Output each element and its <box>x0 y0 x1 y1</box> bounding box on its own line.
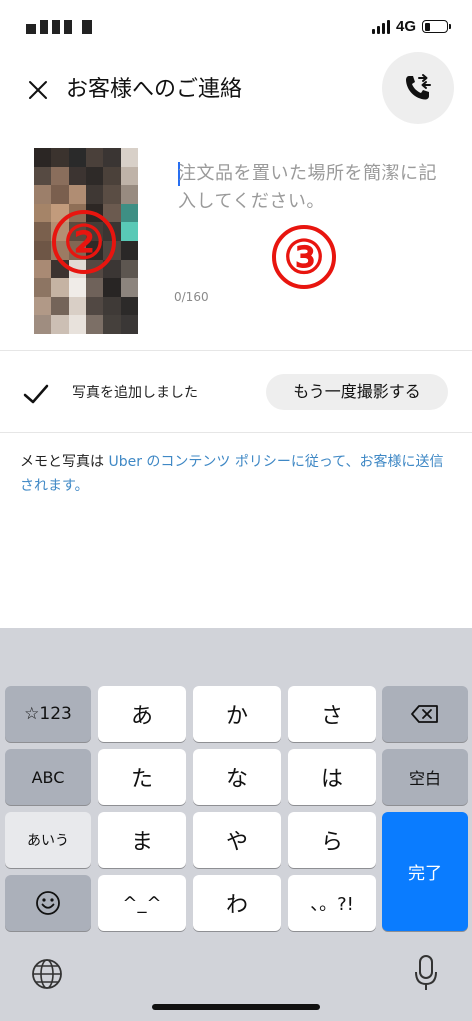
notice-prefix: メモと写真は <box>20 454 109 470</box>
key-ya[interactable]: や <box>193 812 281 868</box>
close-icon <box>29 81 47 99</box>
policy-notice: メモと写真は Uber のコンテンツ ポリシーに従って、お客様に送信されます。 <box>20 450 452 498</box>
checkmark-icon <box>23 384 49 404</box>
key-kana[interactable]: あいう <box>5 812 91 868</box>
memo-input[interactable]: 注文品を置いた場所を簡潔に記入してください。 <box>178 160 450 216</box>
annotation-marker-memo: ③ <box>272 225 336 289</box>
key-sa[interactable]: さ <box>288 686 376 742</box>
network-type: 4G <box>395 18 416 35</box>
key-ha[interactable]: は <box>288 749 376 805</box>
content-policy-link[interactable]: Uber のコンテンツ ポリシー <box>108 454 290 470</box>
key-kaomoji[interactable]: ^_^ <box>98 875 186 931</box>
key-a[interactable]: あ <box>98 686 186 742</box>
battery-icon <box>422 20 451 33</box>
photo-added-label: 写真を追加しました <box>72 385 198 401</box>
home-indicator <box>152 1004 320 1010</box>
status-bar: 4G <box>0 0 472 52</box>
customer-link: お客様 <box>359 454 402 470</box>
close-button[interactable] <box>22 74 54 106</box>
key-ma[interactable]: ま <box>98 812 186 868</box>
key-wa[interactable]: わ <box>193 875 281 931</box>
character-counter: 0/160 <box>174 290 209 304</box>
key-space[interactable]: 空白 <box>382 749 468 805</box>
key-backspace[interactable] <box>382 686 468 742</box>
carrier-indicator <box>26 20 92 34</box>
key-ka[interactable]: か <box>193 686 281 742</box>
divider <box>0 432 472 433</box>
battery-level <box>424 22 431 31</box>
page-title: お客様へのご連絡 <box>66 77 243 102</box>
emoji-icon <box>36 891 60 915</box>
key-ra[interactable]: ら <box>288 812 376 868</box>
key-emoji[interactable] <box>5 875 91 931</box>
phone-transfer-icon <box>406 74 431 100</box>
key-punctuation[interactable]: 、。?! <box>288 875 376 931</box>
notice-middle: に従って、 <box>290 454 360 470</box>
call-button[interactable] <box>382 52 454 124</box>
microphone-icon[interactable] <box>414 954 438 992</box>
retake-photo-button[interactable]: もう一度撮影する <box>266 374 448 410</box>
key-alphabet[interactable]: ABC <box>5 749 91 805</box>
signal-icon <box>371 19 390 34</box>
backspace-icon <box>411 705 438 723</box>
annotation-marker-photo: ② <box>52 210 116 274</box>
key-ta[interactable]: た <box>98 749 186 805</box>
key-numbers[interactable]: ☆123 <box>5 686 91 742</box>
globe-icon[interactable] <box>30 957 64 991</box>
key-done[interactable]: 完了 <box>382 812 468 931</box>
key-na[interactable]: な <box>193 749 281 805</box>
divider <box>0 350 472 351</box>
